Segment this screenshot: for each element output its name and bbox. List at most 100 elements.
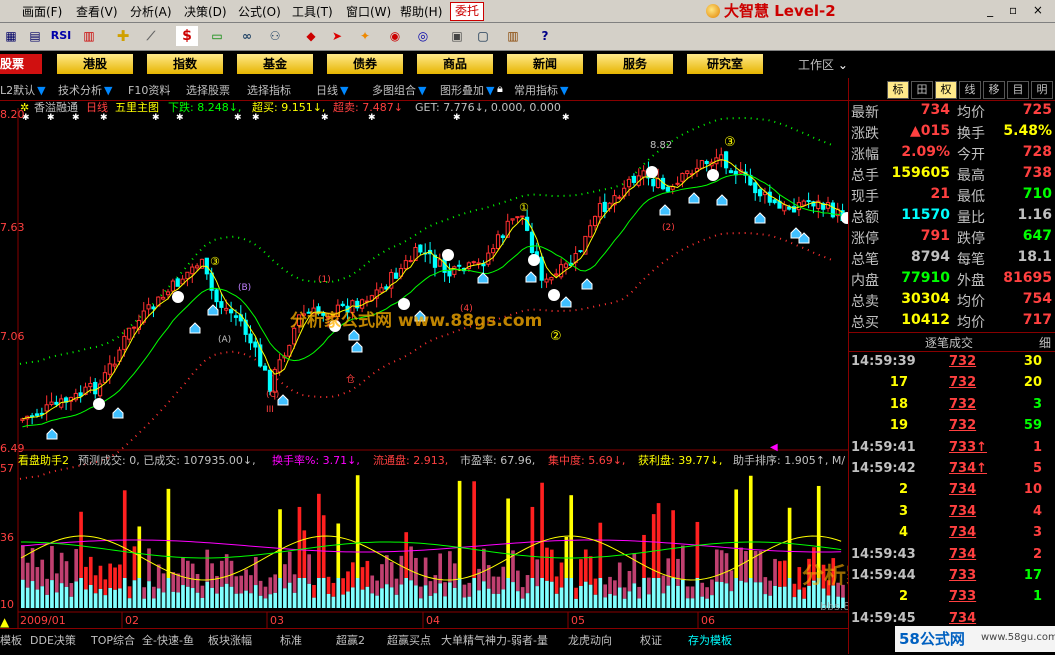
ruler-icon[interactable]: ⟋ — [140, 26, 162, 46]
menu-decision[interactable]: 决策(D) — [184, 3, 227, 20]
btab-dragon[interactable]: 龙虎动向 — [568, 632, 612, 650]
volume-bar-base — [346, 591, 350, 608]
btab-dde[interactable]: DDE决策 — [30, 632, 76, 650]
panel-tab-grid[interactable]: 田 — [911, 81, 933, 99]
menu-analysis[interactable]: 分析(A) — [130, 3, 172, 20]
quote-row: 总额 11570 量比 1.16 — [849, 207, 1055, 228]
binoculars-icon[interactable]: ∞ — [236, 26, 258, 46]
candle-body — [782, 204, 787, 212]
volume-bar-base — [525, 593, 530, 608]
btab-sector[interactable]: 板块涨幅 — [208, 632, 252, 650]
volume-bar-base — [384, 584, 389, 608]
help-icon[interactable]: ? — [534, 26, 556, 46]
rsi-icon[interactable]: RSI — [50, 26, 72, 46]
tab-stocks[interactable]: 股票 — [0, 54, 42, 74]
dollar-icon[interactable]: $ — [176, 26, 198, 46]
volume-bar — [482, 548, 486, 582]
volume-bar — [778, 561, 782, 587]
overlay[interactable]: 图形叠加 ▼ — [440, 82, 494, 98]
multi-chart[interactable]: 多图组合 ▼ — [372, 82, 426, 98]
candle-body — [656, 178, 661, 189]
wave-2: (2) — [662, 223, 675, 233]
panel-tab-detail[interactable]: 明 — [1031, 81, 1053, 99]
volume-bar — [685, 586, 690, 599]
panel-tab-mark[interactable]: 标 — [887, 81, 909, 99]
volume-bar-base — [744, 582, 748, 608]
tech-analysis[interactable]: 技术分析 ▼ — [58, 82, 112, 98]
volume-bar — [389, 562, 394, 588]
panel-tab-line[interactable]: 线 — [959, 81, 981, 99]
preset-default[interactable]: L2默认 ▼ — [0, 82, 46, 98]
select-stock[interactable]: 选择股票 — [186, 82, 230, 98]
tick-row: 17 732 20 — [849, 375, 1055, 396]
window-controls[interactable]: _ ▫ × — [987, 3, 1049, 17]
tab-service[interactable]: 服务 — [597, 54, 673, 74]
volume-bar-base — [729, 591, 734, 608]
menu-look[interactable]: 查看(V) — [76, 3, 118, 20]
indicator-icon[interactable]: ▥ — [78, 26, 100, 46]
volume-bar-base — [685, 598, 690, 608]
tab-hk[interactable]: 港股 — [57, 54, 133, 74]
stock-chart[interactable]: ✲ 香溢融通 日线 五里主图 下跌: 8.248↓, 超买: 9.151↓, 超… — [0, 100, 848, 628]
panel-tab-move[interactable]: 移 — [983, 81, 1005, 99]
btab-fast[interactable]: 全-快速-鱼 — [142, 632, 194, 650]
f10-info[interactable]: F10资料 — [128, 82, 170, 98]
btab-bigorder[interactable]: 大单精气神力-弱者-量 — [441, 632, 548, 650]
window-icon[interactable]: ▢ — [472, 26, 494, 46]
btab-template[interactable]: 模板 — [0, 632, 22, 650]
workarea-label[interactable]: 工作区 ⌄ — [798, 56, 848, 73]
btab-warrant[interactable]: 权证 — [640, 632, 662, 650]
entrust-button[interactable]: 委托 — [450, 2, 484, 21]
swirl-icon[interactable]: ◉ — [384, 26, 406, 46]
arrow-icon[interactable]: ➤ — [326, 26, 348, 46]
select-indicator[interactable]: 选择指标 — [247, 82, 291, 98]
clipboard-icon[interactable]: ▣ — [446, 26, 468, 46]
tab-fund[interactable]: 基金 — [237, 54, 313, 74]
menu-view[interactable]: 画面(F) — [22, 3, 62, 20]
volume-bar — [307, 554, 311, 584]
crosshair-icon[interactable]: ✚ — [112, 26, 134, 46]
chart-icon[interactable]: ▤ — [24, 26, 46, 46]
sub-rank: 助手排序: 1.905↑, M/ — [733, 453, 845, 467]
param-overbought: 超买: 9.151↓, — [252, 100, 325, 114]
diamond-icon[interactable]: ◆ — [300, 26, 322, 46]
quote-row: 总手 159605 最高 738 — [849, 165, 1055, 186]
param-get: GET: 7.776↓, 0.000, 0.000 — [415, 101, 561, 114]
volume-bar — [748, 475, 753, 578]
tick-row: 4 734 3 — [849, 525, 1055, 546]
tick-price: 732 — [949, 354, 977, 369]
tab-news[interactable]: 新闻 — [507, 54, 583, 74]
common-indicators[interactable]: 常用指标 ▼ — [514, 82, 568, 98]
volume-bar-base — [409, 580, 413, 608]
tape-icon[interactable]: ▭ — [206, 26, 228, 46]
candle-body — [515, 216, 520, 219]
btab-buypoint[interactable]: 超赢买点 — [387, 632, 431, 650]
tab-index[interactable]: 指数 — [147, 54, 223, 74]
daily-line[interactable]: 日线 ▼ — [316, 82, 348, 98]
menu-window[interactable]: 窗口(W) — [346, 3, 391, 20]
vol-tick: 36 — [0, 531, 14, 544]
btab-save-template[interactable]: 存为模板 — [688, 632, 732, 650]
candle-body — [214, 289, 219, 303]
tab-research[interactable]: 研究室 — [687, 54, 763, 74]
btab-standard[interactable]: 标准 — [280, 632, 302, 650]
cross-icon[interactable]: ✦ — [354, 26, 376, 46]
candle-body — [699, 160, 704, 169]
tick-detail-tab[interactable]: 细 — [1039, 334, 1051, 351]
candle-body — [146, 304, 151, 310]
grid-icon[interactable]: ▦ — [0, 26, 22, 46]
menu-formula[interactable]: 公式(O) — [238, 3, 281, 20]
menu-tools[interactable]: 工具(T) — [292, 3, 333, 20]
globe-icon[interactable]: ◎ — [412, 26, 434, 46]
lock-icon[interactable]: 🔒︎ — [497, 82, 503, 96]
people-icon[interactable]: ⚇ — [264, 26, 286, 46]
books-icon[interactable]: ▥ — [502, 26, 524, 46]
volume-bar — [744, 551, 748, 583]
tab-commodity[interactable]: 商品 — [417, 54, 493, 74]
btab-chaoying2[interactable]: 超赢2 — [336, 632, 365, 650]
tab-bond[interactable]: 债券 — [327, 54, 403, 74]
btab-top[interactable]: TOP综合 — [91, 632, 135, 650]
menu-help[interactable]: 帮助(H) — [400, 3, 442, 20]
panel-tab-rights[interactable]: 权 — [935, 81, 957, 99]
panel-tab-list[interactable]: 目 — [1007, 81, 1029, 99]
